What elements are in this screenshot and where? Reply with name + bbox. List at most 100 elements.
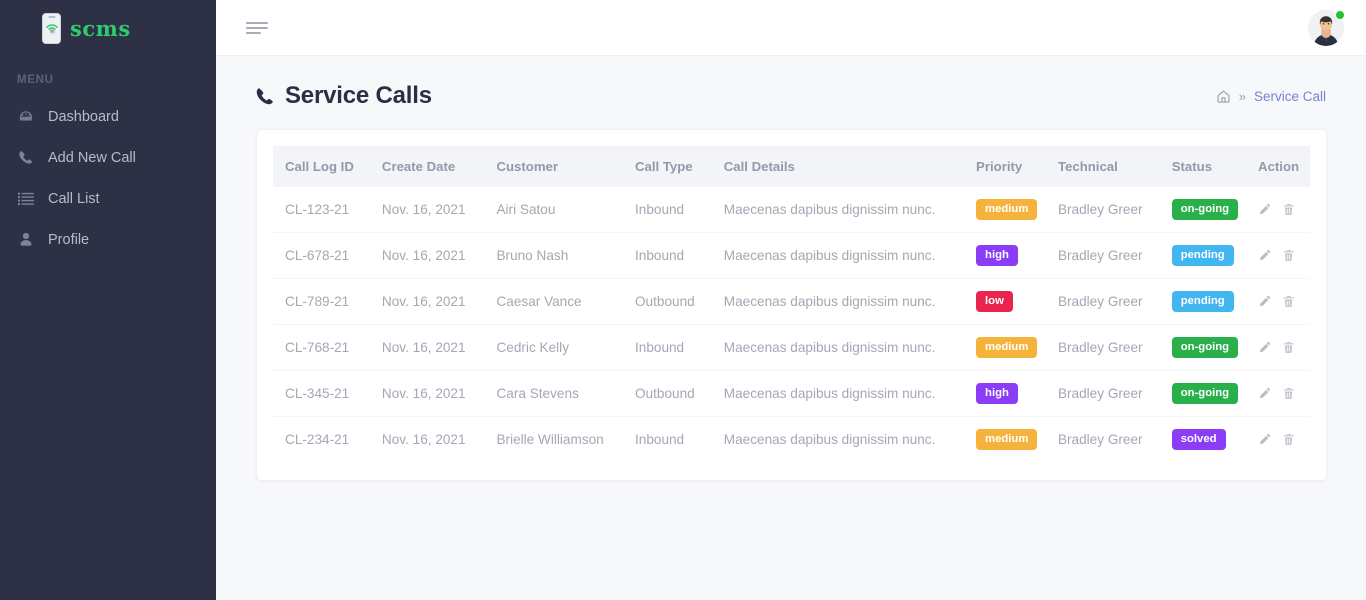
sidebar-item-label: Add New Call [48, 149, 136, 166]
column-header-create-date[interactable]: Create Date [371, 146, 487, 187]
status-online-dot [1335, 9, 1345, 20]
home-icon[interactable] [1216, 89, 1231, 104]
app-root: scms MENU Dashboard Add New Call Call Li… [0, 0, 1366, 600]
sidebar-menu-label: MENU [17, 74, 54, 86]
cell-call-type: Inbound [624, 324, 714, 371]
cell-priority: low [966, 278, 1048, 325]
table-row: CL-234-21 Nov. 16, 2021 Brielle Williamson… [273, 416, 1310, 461]
status-badge: on-going [1171, 382, 1239, 404]
cell-call-log-id: CL-234-21 [285, 431, 350, 447]
hamburger-icon[interactable] [246, 21, 268, 34]
pencil-icon[interactable] [1258, 387, 1271, 400]
page-title-text: Service Calls [285, 82, 432, 109]
table-header-row: Call Log ID Create Date Customer Call Ty… [273, 146, 1310, 187]
cell-status: solved [1162, 416, 1248, 461]
pencil-icon[interactable] [1258, 249, 1271, 262]
sidebar-item-label: Dashboard [48, 108, 119, 125]
trash-icon[interactable] [1282, 387, 1295, 400]
cell-status: pending [1161, 232, 1249, 279]
cell-technical: Bradley Greer [1047, 278, 1162, 325]
trash-icon[interactable] [1282, 249, 1295, 262]
cell-call-log-id: CL-678-21 [273, 232, 372, 279]
cell-technical: Bradley Greer [1047, 187, 1162, 233]
trash-icon[interactable] [1282, 295, 1295, 308]
sidebar: scms MENU Dashboard Add New Call Call Li… [0, 0, 216, 600]
column-header-technical[interactable]: Technical [1047, 146, 1162, 187]
priority-badge: medium [976, 336, 1038, 358]
phone-icon [255, 87, 274, 106]
cell-action [1248, 278, 1310, 325]
cell-call-details: Maecenas dapibus dignissim nunc. [713, 232, 967, 279]
status-badge: on-going [1171, 199, 1239, 220]
cell-customer: Brielle Williamson [496, 431, 604, 447]
avatar[interactable] [1308, 9, 1345, 46]
pencil-icon[interactable] [1258, 295, 1271, 308]
phone-wifi-gear-icon [42, 12, 61, 44]
sidebar-item-dashboard[interactable]: Dashboard [0, 96, 216, 137]
cell-customer: Airi Satou [486, 187, 625, 233]
row-actions [1258, 249, 1300, 262]
status-badge: on-going [1171, 336, 1239, 358]
column-header-call-type[interactable]: Call Type [624, 146, 714, 187]
gear-icon [48, 22, 56, 40]
table-row: CL-345-21 Nov. 16, 2021 Cara Stevens Outbou… [273, 370, 1310, 417]
cell-call-type: Inbound [624, 187, 714, 233]
column-header-status[interactable]: Status [1161, 146, 1249, 187]
user-icon [17, 232, 34, 247]
sidebar-item-call-list[interactable]: Call List [0, 178, 216, 219]
sidebar-item-add-new-call[interactable]: Add New Call [0, 137, 216, 178]
pencil-icon[interactable] [1258, 341, 1271, 354]
dashboard-gauge-icon [17, 109, 34, 125]
cell-action [1248, 324, 1310, 371]
trash-icon[interactable] [1282, 341, 1295, 354]
table-row: CL-678-21 Nov. 16, 2021 Bruno Nash Inbound M… [273, 232, 1310, 279]
breadcrumb: » Service Call [1216, 89, 1326, 104]
trash-icon[interactable] [1282, 203, 1295, 216]
sidebar-item-profile[interactable]: Profile [0, 219, 216, 260]
cell-action [1248, 232, 1310, 279]
row-actions [1258, 341, 1300, 354]
column-header-action[interactable]: Action [1248, 146, 1310, 187]
column-header-priority[interactable]: Priority [966, 146, 1048, 187]
cell-status: pending [1161, 278, 1249, 325]
breadcrumb-separator: » [1238, 88, 1246, 104]
brand-name: scms [70, 15, 131, 41]
cell-priority: high [966, 370, 1048, 417]
phone-icon [17, 150, 34, 165]
column-header-call-details[interactable]: Call Details [713, 146, 967, 187]
status-badge: pending [1171, 290, 1234, 312]
brand-logo[interactable]: scms [0, 0, 216, 56]
status-badge: pending [1171, 244, 1234, 266]
table-row: CL-768-21 Nov. 16, 2021 Cedric Kelly Inboun… [273, 324, 1310, 371]
priority-badge: high [976, 382, 1018, 404]
cell-technical: Bradley Greer [1047, 324, 1162, 371]
cell-customer: Cara Stevens [486, 370, 625, 417]
row-actions [1258, 387, 1300, 400]
list-icon [17, 192, 34, 206]
cell-call-log-id: CL-768-21 [273, 324, 372, 371]
trash-icon[interactable] [1282, 433, 1295, 446]
pencil-icon[interactable] [1258, 203, 1271, 216]
cell-priority: medium [966, 187, 1048, 233]
breadcrumb-current[interactable]: Service Call [1254, 89, 1326, 104]
sidebar-item-label: Profile [48, 231, 90, 248]
cell-technical: Bradley Greer [1057, 431, 1143, 447]
table-row: CL-789-21 Nov. 16, 2021 Caesar Vance Outbou… [273, 278, 1310, 325]
column-header-call-log-id[interactable]: Call Log ID [273, 146, 372, 187]
cell-call-log-id: CL-345-21 [273, 370, 372, 417]
cell-call-log-id: CL-789-21 [273, 278, 372, 325]
cell-create-date: Nov. 16, 2021 [371, 324, 487, 371]
row-actions [1258, 203, 1300, 216]
cell-technical: Bradley Greer [1047, 232, 1162, 279]
cell-action [1248, 370, 1310, 417]
table-row: CL-123-21 Nov. 16, 2021 Airi Satou Inbound M… [273, 187, 1310, 233]
sidebar-item-label: Call List [48, 190, 100, 207]
column-header-customer[interactable]: Customer [486, 146, 625, 187]
cell-call-details: Maecenas dapibus dignissim nunc. [723, 431, 936, 447]
cell-create-date: Nov. 16, 2021 [371, 278, 487, 325]
cell-customer: Bruno Nash [486, 232, 625, 279]
cell-action [1248, 187, 1310, 233]
cell-create-date: Nov. 16, 2021 [371, 187, 487, 233]
cell-create-date: Nov. 16, 2021 [371, 232, 487, 279]
pencil-icon[interactable] [1258, 433, 1271, 446]
